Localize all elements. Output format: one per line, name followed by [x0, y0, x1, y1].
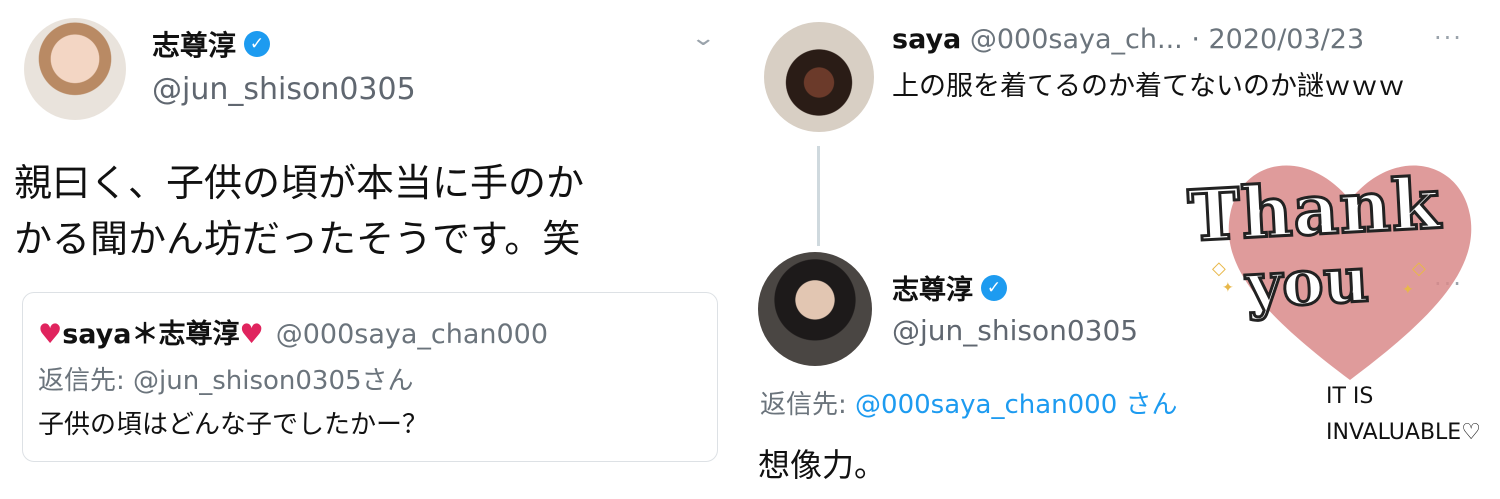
- sticker-caption-line1: IT IS: [1326, 384, 1374, 409]
- more-options-icon[interactable]: ···: [1434, 24, 1463, 52]
- sticker-caption-line2: INVALUABLE♡: [1326, 420, 1481, 445]
- reply-tweet-header: saya @000saya_ch... · 2020/03/23: [892, 24, 1364, 55]
- avatar-jun-left[interactable]: [24, 18, 126, 120]
- quoted-tweet-body: 子供の頃はどんな子でしたかー？: [38, 410, 429, 440]
- sticker-you-text: you: [1243, 241, 1372, 323]
- reply-tweet-body: 上の服を着てるのか着てないのか謎ｗｗｗ: [892, 71, 1405, 102]
- quoted-author-name: ♥saya＊志尊淳♥: [38, 312, 264, 351]
- tweet-body-line: かる聞かん坊だったそうです。笑: [14, 217, 581, 261]
- verified-badge-icon: ✓: [244, 31, 271, 57]
- quoted-author-handle: @000saya_chan000: [275, 319, 549, 350]
- reply-author-meta: @000saya_ch... · 2020/03/23: [969, 24, 1365, 55]
- tweet-body-line: 親曰く、子供の頃が本当に手のか: [14, 161, 585, 205]
- author-name-text: 志尊淳: [892, 275, 973, 306]
- verified-badge-icon: ✓: [981, 274, 1007, 301]
- quoted-tweet-header: ♥saya＊志尊淳♥ @000saya_chan000: [38, 312, 548, 351]
- heart-icon: ♥: [239, 319, 264, 350]
- sparkle-icon: ✦: [1222, 280, 1234, 296]
- sparkle-icon: ◇: [1412, 258, 1426, 279]
- tweet-body: 親曰く、子供の頃が本当に手のか かる聞かん坊だったそうです。笑: [14, 155, 714, 267]
- reply-author-name-jun[interactable]: 志尊淳 ✓: [892, 268, 1007, 307]
- avatar-jun-right[interactable]: [758, 252, 872, 366]
- sparkle-icon: ◇: [1212, 258, 1226, 279]
- reply-author-name[interactable]: saya: [892, 24, 961, 55]
- reply-author-handle-jun[interactable]: @jun_shison0305: [892, 314, 1138, 347]
- reply-tweet-body-jun: 想像力。: [758, 446, 887, 484]
- thread-connector-line: [817, 146, 820, 246]
- reply-to-line: 返信先: @000saya_chan000 さん: [760, 384, 1178, 421]
- sticker-thank-text: Thank: [1185, 160, 1445, 259]
- sparkle-icon: ✦: [1402, 282, 1414, 298]
- heart-icon: ♥: [38, 319, 63, 350]
- reply-to-link[interactable]: @000saya_chan000 さん: [855, 390, 1178, 420]
- reply-to-prefix: 返信先:: [760, 390, 856, 420]
- avatar-saya[interactable]: [764, 22, 874, 132]
- author-name-text: 志尊淳: [152, 29, 237, 62]
- tweet-author-name[interactable]: 志尊淳 ✓: [152, 24, 271, 64]
- quoted-reply-to: 返信先: @jun_shison0305さん: [38, 366, 414, 396]
- quoted-author-name-text: saya＊志尊淳: [62, 319, 240, 350]
- tweet-author-handle[interactable]: @jun_shison0305: [152, 72, 416, 107]
- chevron-down-icon[interactable]: ⌄: [690, 26, 716, 51]
